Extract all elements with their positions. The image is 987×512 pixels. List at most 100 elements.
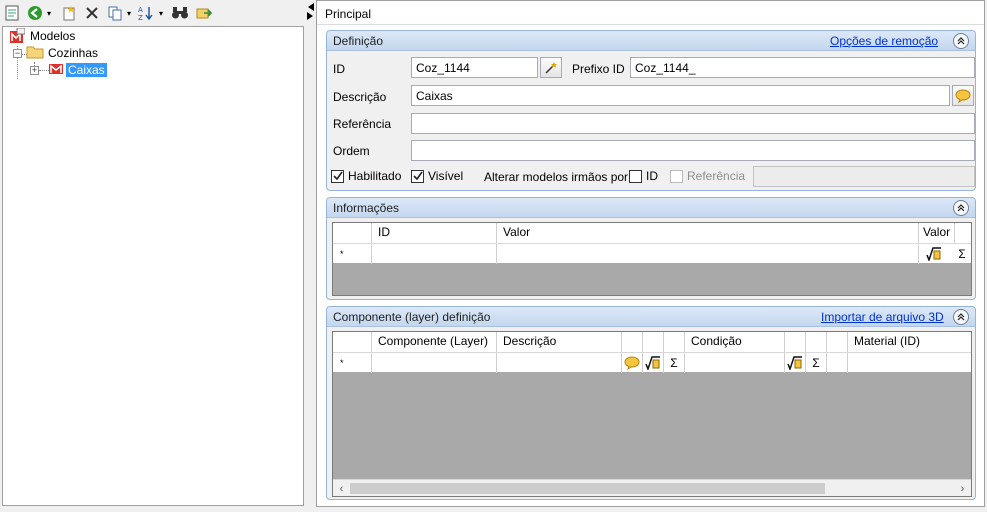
col-cond-extra	[827, 332, 848, 352]
id-label: ID	[333, 62, 345, 76]
importar-3d-link[interactable]: Importar de arquivo 3D	[821, 310, 944, 324]
col-componente[interactable]: Componente (Layer)	[372, 332, 497, 352]
visivel-checkbox[interactable]: Visível	[411, 169, 463, 183]
tree-node-caixas[interactable]: Caixas	[49, 62, 107, 78]
svg-text:Z: Z	[138, 14, 143, 21]
folder-icon	[26, 45, 44, 61]
expand-icon[interactable]: +	[30, 66, 39, 75]
prefix-id-input[interactable]	[630, 57, 975, 78]
speech-bubble-icon[interactable]	[623, 354, 641, 372]
collapse-icon[interactable]: −	[13, 49, 22, 58]
alterar-id-checkbox[interactable]: ID	[629, 169, 658, 183]
grid-header: ID Valor Valor	[333, 223, 971, 243]
copy-icon[interactable]	[106, 4, 124, 22]
col-desc-formula	[643, 332, 664, 352]
cell-material[interactable]	[848, 353, 971, 373]
col-valor[interactable]: Valor	[497, 223, 919, 243]
sum-icon[interactable]: Σ	[665, 354, 683, 372]
row-header-cell	[333, 332, 372, 352]
copy-dropdown-icon[interactable]: ▾	[125, 4, 133, 22]
sort-dropdown-icon[interactable]: ▾	[157, 4, 165, 22]
tree-node-cozinhas[interactable]: Cozinhas	[26, 45, 100, 61]
componente-grid[interactable]: Componente (Layer) Descrição Condição Ma…	[332, 331, 972, 497]
col-material[interactable]: Material (ID)	[848, 332, 971, 352]
formula-icon[interactable]	[786, 354, 804, 372]
col-cond-sum	[806, 332, 827, 352]
scroll-right-icon[interactable]: ›	[954, 480, 971, 496]
collapse-up-icon[interactable]	[953, 309, 969, 325]
col-valor-formula[interactable]: Valor	[919, 223, 955, 243]
toolbar: ▾ ▾ AZ ▾	[0, 0, 305, 26]
cell-valor[interactable]	[497, 244, 919, 264]
checkbox-checked-icon	[411, 169, 424, 183]
formula-icon[interactable]	[644, 354, 662, 372]
col-condicao[interactable]: Condição	[685, 332, 785, 352]
grid-new-row[interactable]: * Σ Σ	[333, 352, 971, 373]
habilitado-checkbox[interactable]: Habilitado	[331, 169, 401, 183]
back-icon[interactable]	[26, 4, 44, 22]
id-input[interactable]	[411, 57, 538, 78]
delete-icon[interactable]	[84, 4, 100, 22]
find-icon[interactable]	[171, 4, 189, 22]
informacoes-grid[interactable]: ID Valor Valor * Σ	[332, 222, 972, 296]
grid-header: Componente (Layer) Descrição Condição Ma…	[333, 332, 971, 352]
group-title-informacoes: Informações	[333, 201, 400, 215]
col-desc-translate	[622, 332, 643, 352]
opcoes-remocao-link[interactable]: Opções de remoção	[830, 34, 938, 48]
col-id[interactable]: ID	[372, 223, 497, 243]
tree-node-modelos[interactable]: Modelos	[9, 28, 77, 44]
cell-condicao[interactable]	[685, 353, 785, 373]
referencia-label: Referência	[333, 117, 392, 131]
wand-icon	[545, 61, 557, 74]
group-header-definicao: Definição Opções de remoção	[327, 31, 975, 51]
prefix-id-label: Prefixo ID	[572, 62, 625, 76]
translate-button[interactable]	[952, 85, 974, 106]
sort-icon[interactable]: AZ	[137, 4, 155, 22]
pick-id-button[interactable]	[540, 57, 562, 78]
row-header-cell	[333, 353, 372, 373]
row-header-cell	[333, 223, 372, 243]
group-header-informacoes: Informações	[327, 198, 975, 218]
ordem-input[interactable]	[411, 140, 975, 161]
formula-icon[interactable]	[925, 245, 943, 263]
horizontal-scrollbar[interactable]: ‹ ›	[333, 479, 971, 496]
group-title-definicao: Definição	[333, 34, 384, 48]
descricao-input[interactable]	[411, 85, 950, 106]
grid-new-row[interactable]: * Σ	[333, 243, 971, 264]
ordem-label: Ordem	[333, 144, 370, 158]
export-icon[interactable]	[195, 4, 213, 22]
collapse-up-icon[interactable]	[953, 200, 969, 216]
alterar-modelos-label: Alterar modelos irmãos por:	[484, 170, 632, 184]
col-cond-formula	[785, 332, 806, 352]
splitter[interactable]	[305, 0, 316, 512]
tree-connector	[39, 70, 49, 71]
referencia-input[interactable]	[411, 113, 975, 134]
col-descricao[interactable]: Descrição	[497, 332, 622, 352]
tab-principal[interactable]: Principal	[325, 7, 371, 21]
group-title-componente: Componente (layer) definição	[333, 310, 491, 324]
sum-icon[interactable]: Σ	[953, 245, 971, 263]
descricao-label: Descrição	[333, 90, 387, 104]
group-componente: Componente (layer) definição Importar de…	[326, 306, 976, 500]
collapse-up-icon[interactable]	[953, 33, 969, 49]
cell-descricao[interactable]	[497, 353, 622, 373]
alterar-id-label: ID	[646, 169, 658, 183]
col-extra	[955, 223, 971, 243]
right-pane: Principal Definição Opções de remoção ID…	[316, 0, 985, 507]
collapse-left-icon[interactable]	[306, 2, 315, 20]
tree-label-modelos: Modelos	[30, 29, 76, 43]
scroll-thumb[interactable]	[350, 483, 825, 494]
tree-view[interactable]: Modelos − Cozinhas + Caixas	[2, 26, 304, 506]
models-icon	[9, 28, 25, 44]
cell-id[interactable]	[372, 244, 497, 264]
checkbox-unchecked-icon	[629, 169, 642, 183]
alterar-referencia-checkbox[interactable]: Referência	[670, 169, 745, 183]
scroll-left-icon[interactable]: ‹	[333, 480, 350, 496]
speech-bubble-icon	[955, 89, 971, 103]
new-icon[interactable]	[60, 4, 78, 22]
cell-componente[interactable]	[372, 353, 497, 373]
sum-icon[interactable]: Σ	[807, 354, 825, 372]
back-dropdown-icon[interactable]: ▾	[45, 4, 53, 22]
properties-icon[interactable]	[4, 4, 20, 22]
group-informacoes: Informações ID Valor Valor * Σ	[326, 197, 976, 300]
